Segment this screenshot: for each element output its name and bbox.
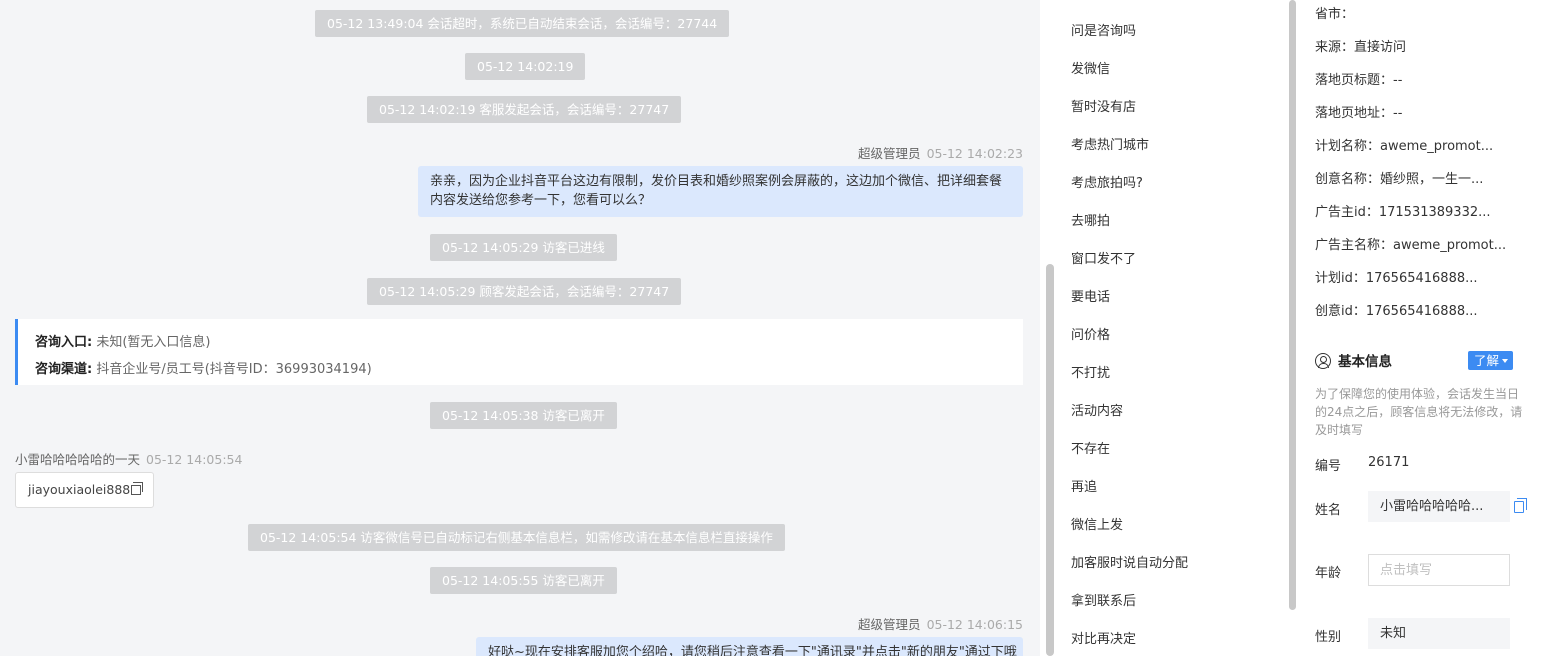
message-text-line: 好哒~现在安排客服加您个绍哈，请您稍后注意查看一下"通讯录"并点击"新的朋友"通…: [488, 645, 1017, 656]
quick-reply-scrollbar[interactable]: [1289, 0, 1296, 610]
visitor-field-source: 来源：直接访问: [1315, 40, 1407, 55]
age-label: 年龄: [1315, 566, 1342, 581]
id-value: 26171: [1368, 455, 1410, 470]
quick-reply-item[interactable]: 要电话: [1071, 286, 1110, 305]
visitor-info-panel: 省市： 来源：直接访问 落地页标题：-- 落地页地址：-- 计划名称：aweme…: [1296, 0, 1550, 656]
id-label: 编号: [1315, 459, 1342, 474]
consult-channel-value: 抖音企业号/员工号(抖音号ID：36993034194): [96, 362, 372, 377]
visitor-field-plan-name: 计划名称：aweme_promot...: [1315, 139, 1494, 154]
copy-icon[interactable]: [131, 482, 144, 495]
consult-channel-label: 咨询渠道:: [35, 362, 93, 377]
quick-reply-item[interactable]: 发微信: [1071, 58, 1110, 77]
wechat-id-text: jiayouxiaolei888: [28, 482, 131, 497]
sender-name: 小雷哈哈哈哈哈的一天: [15, 452, 141, 467]
sender-name: 超级管理员: [858, 617, 921, 632]
agent-message-bubble: 好哒~现在安排客服加您个绍哈，请您稍后注意查看一下"通讯录"并点击"新的朋友"通…: [476, 637, 1023, 656]
gender-label: 性别: [1315, 630, 1342, 645]
message-meta: 超级管理员 05-12 14:02:23: [858, 143, 1023, 162]
chat-panel[interactable]: 05-12 13:49:04 会话超时，系统已自动结束会话，会话编号：27744…: [0, 0, 1040, 656]
age-input[interactable]: [1368, 554, 1510, 586]
user-icon: [1315, 353, 1331, 369]
quick-reply-item[interactable]: 考虑热门城市: [1071, 134, 1149, 153]
system-message: 05-12 14:05:55 访客已离开: [430, 567, 617, 594]
quick-reply-item[interactable]: 问是咨询吗: [1071, 20, 1136, 39]
consult-entry-row: 咨询入口: 未知(暂无入口信息): [35, 329, 1006, 356]
visitor-field-plan-id: 计划id：176565416888...: [1315, 271, 1478, 286]
quick-reply-item[interactable]: 问价格: [1071, 324, 1110, 343]
system-message: 05-12 14:05:29 访客已进线: [430, 234, 617, 261]
quick-reply-item[interactable]: 不存在: [1071, 438, 1110, 457]
visitor-field-region: 省市：: [1315, 7, 1355, 22]
message-meta: 超级管理员 05-12 14:06:15: [858, 614, 1023, 633]
consult-entry-label: 咨询入口:: [35, 335, 93, 350]
message-text-line: 内容发送给您参考一下，您看可以么？: [430, 193, 652, 208]
message-time: 05-12 14:02:23: [926, 146, 1023, 161]
quick-reply-item[interactable]: 活动内容: [1071, 400, 1123, 419]
system-message: 05-12 13:49:04 会话超时，系统已自动结束会话，会话编号：27744: [315, 10, 730, 37]
name-field[interactable]: 小雷哈哈哈哈哈...: [1368, 491, 1510, 522]
quick-reply-item[interactable]: 去哪拍: [1071, 210, 1110, 229]
system-message: 05-12 14:05:38 访客已离开: [430, 402, 617, 429]
quick-reply-item[interactable]: 窗口发不了: [1071, 248, 1136, 267]
visitor-field-creative-name: 创意名称：婚纱照，一生一...: [1315, 172, 1484, 187]
agent-message-bubble: 亲亲，因为企业抖音平台这边有限制，发价目表和婚纱照案例会屏蔽的，这边加个微信、把…: [418, 166, 1023, 217]
quick-reply-item[interactable]: 再追: [1071, 476, 1097, 495]
message-meta: 小雷哈哈哈哈哈的一天 05-12 14:05:54: [15, 449, 242, 468]
sender-name: 超级管理员: [858, 146, 921, 161]
visitor-field-landing-title: 落地页标题：--: [1315, 73, 1403, 88]
message-time: 05-12 14:05:54: [146, 452, 243, 467]
system-message: 05-12 14:02:19 客服发起会话，会话编号：27747: [367, 96, 682, 123]
basic-info-title-text: 基本信息: [1338, 354, 1392, 370]
name-label: 姓名: [1315, 503, 1342, 518]
quick-reply-item[interactable]: 微信上发: [1071, 514, 1123, 533]
quick-reply-item[interactable]: 暂时没有店: [1071, 96, 1136, 115]
chat-scrollbar[interactable]: [1046, 264, 1054, 656]
quick-reply-item[interactable]: 考虑旅拍吗?: [1071, 172, 1143, 191]
quick-reply-panel: 问是咨询吗 发微信 暂时没有店 考虑热门城市 考虑旅拍吗? 去哪拍 窗口发不了 …: [1055, 0, 1287, 656]
system-message: 05-12 14:05:29 顾客发起会话，会话编号：27747: [367, 278, 682, 305]
quick-reply-item[interactable]: 对比再决定: [1071, 628, 1136, 647]
gender-field[interactable]: 未知: [1368, 618, 1510, 649]
basic-info-note: 为了保障您的使用体验，会话发生当日的24点之后，顾客信息将无法修改，请及时填写: [1315, 387, 1523, 437]
learn-more-label: 了解: [1474, 353, 1500, 368]
quick-reply-item[interactable]: 不打扰: [1071, 362, 1110, 381]
consult-info-card: 咨询入口: 未知(暂无入口信息) 咨询渠道: 抖音企业号/员工号(抖音号ID：3…: [15, 319, 1023, 385]
visitor-wechat-chip[interactable]: jiayouxiaolei888: [15, 472, 155, 508]
visitor-field-creative-id: 创意id：176565416888...: [1315, 304, 1478, 319]
consult-entry-value: 未知(暂无入口信息): [96, 335, 211, 350]
learn-more-button[interactable]: 了解: [1468, 351, 1514, 370]
system-message: 05-12 14:02:19: [465, 53, 586, 80]
message-text-line: 亲亲，因为企业抖音平台这边有限制，发价目表和婚纱照案例会屏蔽的，这边加个微信、把…: [430, 174, 1003, 189]
visitor-field-landing-url: 落地页地址：--: [1315, 106, 1403, 121]
quick-reply-item[interactable]: 拿到联系后: [1071, 590, 1136, 609]
message-time: 05-12 14:06:15: [926, 617, 1023, 632]
visitor-field-advertiser-id: 广告主id：171531389332...: [1315, 205, 1491, 220]
caret-down-icon: [1502, 359, 1509, 363]
system-message: 05-12 14:05:54 访客微信号已自动标记右侧基本信息栏，如需修改请在基…: [248, 524, 785, 551]
consult-channel-row: 咨询渠道: 抖音企业号/员工号(抖音号ID：36993034194): [35, 356, 1006, 383]
visitor-field-advertiser-name: 广告主名称：aweme_promot...: [1315, 238, 1507, 253]
quick-reply-item[interactable]: 加客服时说自动分配: [1071, 552, 1188, 571]
basic-info-title: 基本信息: [1315, 350, 1392, 370]
copy-name-icon[interactable]: [1514, 498, 1527, 513]
